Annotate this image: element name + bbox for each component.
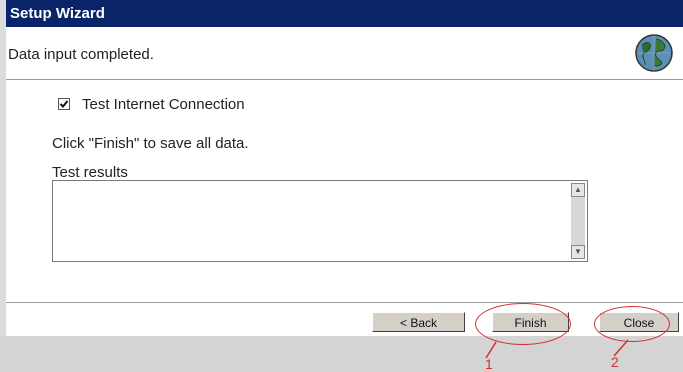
annotation-label-1: 1 xyxy=(485,356,493,372)
annotation-label-2: 2 xyxy=(611,354,619,370)
annotation-pointers xyxy=(485,339,629,359)
